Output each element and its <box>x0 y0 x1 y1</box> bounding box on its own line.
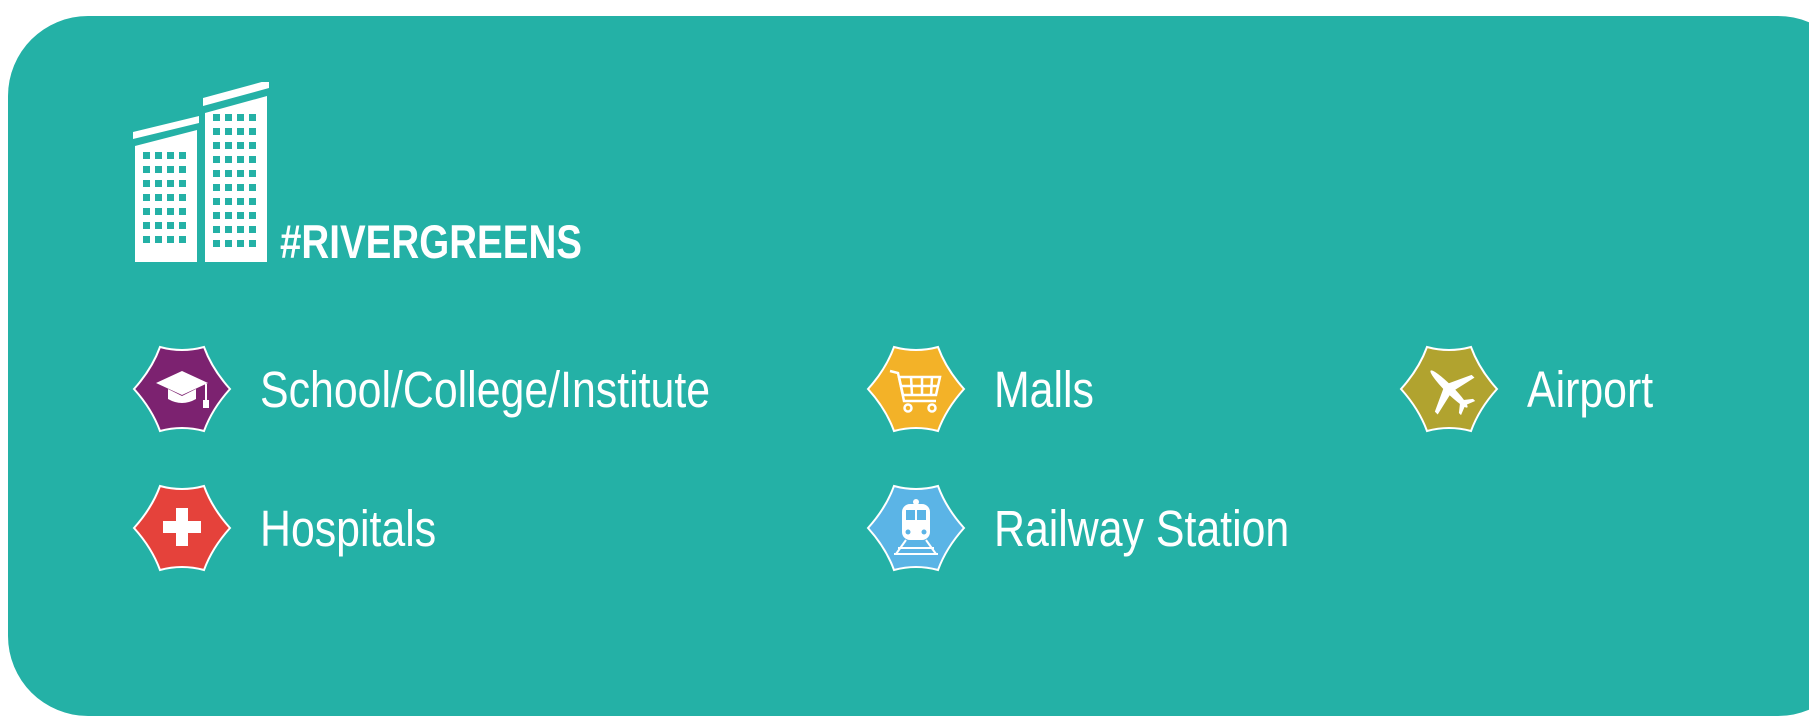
amenity-school: School/College/Institute <box>132 343 796 435</box>
amenity-label: Railway Station <box>994 499 1290 557</box>
brand-header: #RIVERGREENS <box>133 82 653 268</box>
buildings-icon <box>133 82 269 262</box>
brand-title: #RIVERGREENS <box>280 215 582 268</box>
amenity-malls: Malls <box>866 343 1113 435</box>
amenity-label: School/College/Institute <box>260 360 711 418</box>
shopping-cart-icon <box>866 345 966 433</box>
airplane-icon <box>1399 345 1499 433</box>
graduation-cap-icon <box>132 345 232 433</box>
amenity-airport: Airport <box>1399 343 1677 435</box>
amenity-railway-station: Railway Station <box>866 482 1346 574</box>
amenity-label: Malls <box>994 360 1094 418</box>
amenity-hospitals: Hospitals <box>132 482 470 574</box>
train-icon <box>866 484 966 572</box>
medical-cross-icon <box>132 484 232 572</box>
amenity-label: Hospitals <box>260 499 437 557</box>
amenity-label: Airport <box>1527 360 1654 418</box>
